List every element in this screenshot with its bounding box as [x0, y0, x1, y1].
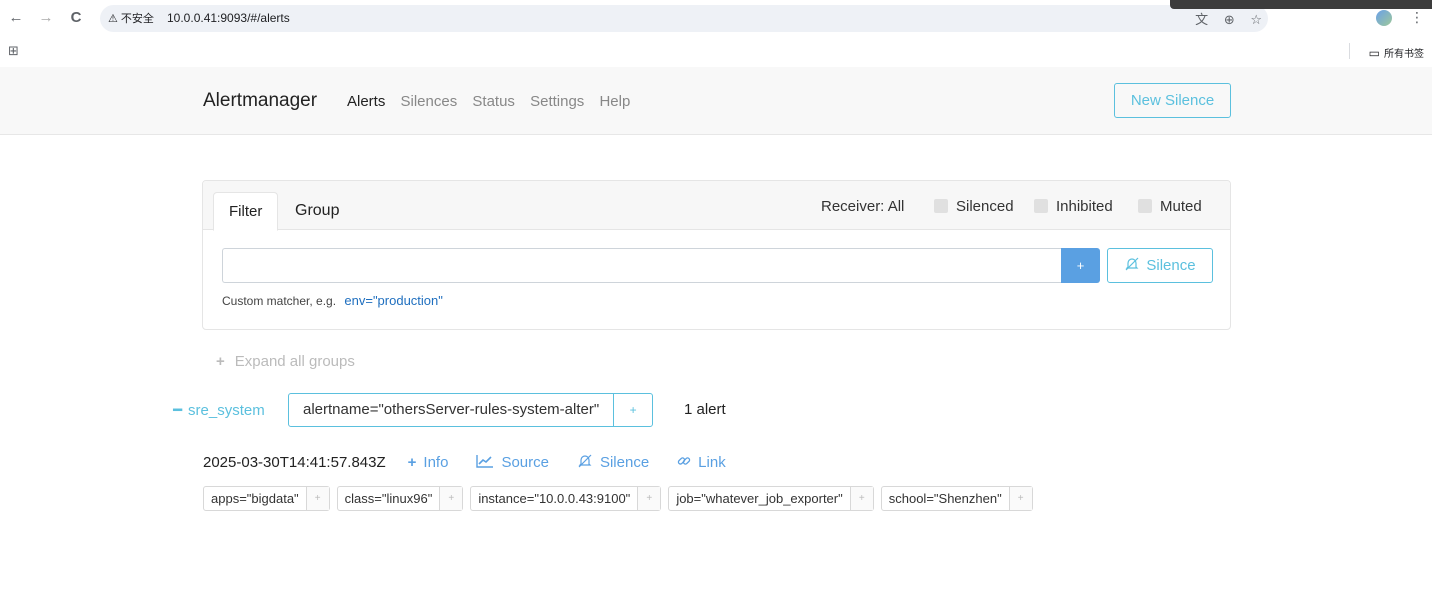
silence-bell-icon: [578, 454, 592, 468]
alert-labels: apps="bigdata" + class="linux96" + instanc…: [203, 486, 1040, 511]
translate-icon[interactable]: 文: [1195, 12, 1208, 27]
alert-label-text[interactable]: job="whatever_job_exporter": [669, 487, 851, 510]
muted-label: Muted: [1160, 198, 1202, 215]
filter-card-header: Filter Group Receiver: All Silenced Inhi…: [203, 181, 1230, 231]
group-matcher-label[interactable]: alertname="othersServer-rules-system-alt…: [289, 394, 615, 426]
collapse-icon: ━: [173, 402, 183, 419]
alert-timestamp: 2025-03-30T14:41:57.843Z: [203, 453, 386, 471]
bookmarks-divider: [1349, 43, 1350, 59]
menu-icon[interactable]: ⋮: [1410, 9, 1424, 25]
tab-group[interactable]: Group: [280, 192, 354, 231]
address-bar-icons: 文 ⊕ ☆: [1183, 9, 1262, 28]
profile-avatar[interactable]: [1376, 10, 1393, 27]
nav-silences[interactable]: Silences: [401, 93, 458, 110]
info-button[interactable]: + Info: [408, 454, 449, 471]
apps-icon[interactable]: ⊞: [8, 43, 19, 59]
chart-line-icon: [476, 454, 494, 468]
reload-icon[interactable]: C: [66, 8, 86, 28]
source-label: Source: [501, 453, 549, 471]
overlay-bar: [1170, 0, 1432, 9]
silence-bell-icon: [1125, 257, 1139, 271]
group-matcher-add-button[interactable]: +: [614, 394, 652, 426]
all-bookmarks[interactable]: ▭ 所有书签: [1369, 45, 1424, 60]
silenced-label: Silenced: [956, 198, 1014, 215]
plus-icon: +: [407, 453, 417, 471]
info-label: Info: [423, 453, 449, 471]
source-button[interactable]: Source: [476, 454, 549, 471]
browser-actions: ⋮: [1362, 9, 1424, 27]
alert-label: apps="bigdata" +: [203, 486, 330, 511]
silenced-checkbox[interactable]: Silenced: [934, 198, 1014, 215]
add-label-filter-button[interactable]: +: [440, 487, 463, 510]
app-navbar: Alertmanager Alerts Silences Status Sett…: [0, 67, 1432, 135]
alert-label-text[interactable]: apps="bigdata": [204, 487, 307, 510]
alert-label: class="linux96" +: [336, 486, 464, 511]
nav-help[interactable]: Help: [599, 93, 630, 110]
hint-example[interactable]: env="production": [344, 293, 443, 308]
silence-alert-label: Silence: [599, 454, 650, 471]
add-label-filter-button[interactable]: +: [850, 487, 873, 510]
inhibited-checkbox[interactable]: Inhibited: [1034, 198, 1113, 215]
group-toggle[interactable]: ━ sre_system: [173, 401, 265, 419]
alert-row: 2025-03-30T14:41:57.843Z + Info Source Si…: [203, 453, 754, 472]
silence-filter-button[interactable]: Silence: [1107, 248, 1213, 283]
checkbox-box[interactable]: [934, 199, 948, 213]
alert-count: 1 alert: [684, 401, 726, 418]
folder-icon: ▭: [1368, 46, 1380, 60]
checkbox-box[interactable]: [1034, 199, 1048, 213]
expand-all-label: Expand all groups: [234, 353, 355, 370]
all-bookmarks-label: 所有书签: [1384, 49, 1424, 60]
alert-label-text[interactable]: school="Shenzhen": [882, 487, 1010, 510]
expand-all-groups[interactable]: + Expand all groups: [216, 353, 355, 370]
nav-links: Alerts Silences Status Settings Help: [347, 93, 641, 110]
link-label: Link: [698, 453, 726, 471]
bookmarks-bar: ⊞ ▭ 所有书签: [0, 37, 1432, 67]
address-bar[interactable]: ⚠ 不安全 10.0.0.41:9093/#/alerts: [100, 5, 1268, 32]
add-label-filter-button[interactable]: +: [638, 487, 661, 510]
group-matcher: alertname="othersServer-rules-system-alt…: [288, 393, 654, 427]
nav-status[interactable]: Status: [472, 93, 515, 110]
url-text[interactable]: 10.0.0.41:9093/#/alerts: [167, 11, 290, 25]
matcher-hint: Custom matcher, e.g. env="production": [222, 293, 443, 308]
muted-checkbox[interactable]: Muted: [1138, 198, 1202, 215]
nav-settings[interactable]: Settings: [530, 93, 584, 110]
group-name: sre_system: [188, 402, 265, 419]
link-icon: [677, 456, 691, 465]
brand[interactable]: Alertmanager: [203, 90, 317, 112]
hint-text: Custom matcher, e.g.: [222, 294, 337, 308]
alert-label-text[interactable]: instance="10.0.0.43:9100": [471, 487, 639, 510]
filter-input[interactable]: [222, 248, 1062, 283]
zoom-icon[interactable]: ⊕: [1224, 12, 1235, 27]
link-button[interactable]: Link: [677, 454, 726, 471]
checkbox-box[interactable]: [1138, 199, 1152, 213]
tab-filter[interactable]: Filter: [213, 192, 279, 231]
nav-alerts[interactable]: Alerts: [347, 93, 385, 110]
receiver-selector[interactable]: Receiver: All: [821, 198, 904, 215]
silence-filter-label: Silence: [1146, 257, 1196, 274]
filter-card: Filter Group Receiver: All Silenced Inhi…: [202, 180, 1231, 330]
back-icon[interactable]: ←: [6, 8, 26, 28]
inhibited-label: Inhibited: [1056, 198, 1113, 215]
new-silence-button[interactable]: New Silence: [1114, 83, 1231, 118]
bookmark-star-icon[interactable]: ☆: [1250, 12, 1262, 27]
silence-alert-button[interactable]: Silence: [577, 453, 649, 471]
forward-icon[interactable]: →: [36, 8, 56, 28]
plus-icon: +: [216, 353, 225, 370]
add-label-filter-button[interactable]: +: [306, 487, 329, 510]
alert-label-text[interactable]: class="linux96": [338, 487, 441, 510]
add-matcher-button[interactable]: +: [1061, 248, 1100, 283]
alert-label: job="whatever_job_exporter" +: [668, 486, 874, 511]
security-warning[interactable]: ⚠ 不安全: [108, 10, 154, 26]
browser-toolbar: ← → C ⚠ 不安全 10.0.0.41:9093/#/alerts 文 ⊕ …: [0, 0, 1432, 37]
alert-label: school="Shenzhen" +: [880, 486, 1033, 511]
add-label-filter-button[interactable]: +: [1009, 487, 1032, 510]
alert-label: instance="10.0.0.43:9100" +: [470, 486, 662, 511]
